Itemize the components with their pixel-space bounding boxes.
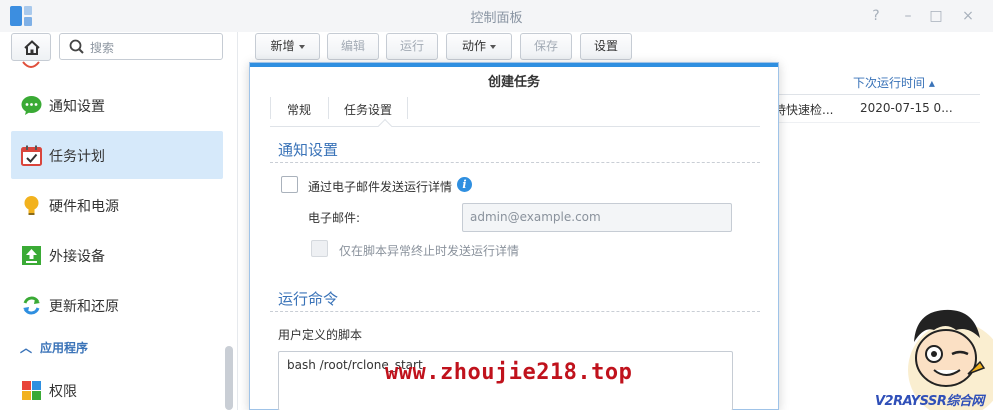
sidebar-item-label: 权限 (49, 384, 77, 400)
upload-box-icon (22, 246, 41, 265)
maximize-icon[interactable]: □ (926, 6, 946, 26)
abnormal-only-label: 仅在脚本异常终止时发送运行详情 (339, 244, 520, 258)
table-header-next-run[interactable]: 下次运行时间 ▴ (778, 68, 980, 95)
dialog-tabs: 常规 任务设置 (270, 93, 760, 134)
search-icon (69, 39, 84, 54)
home-button[interactable] (11, 33, 51, 61)
windows-grid-icon (22, 381, 41, 400)
sidebar-item-label: 任务计划 (49, 149, 105, 165)
sidebar-item-external-devices[interactable]: 外接设备 (11, 231, 223, 279)
create-button[interactable]: 新增 (255, 33, 320, 60)
partial-item-icon (22, 61, 40, 68)
dropdown-caret-icon (490, 44, 496, 49)
create-label: 新增 (270, 39, 295, 53)
sidebar-item-notification[interactable]: 通知设置 (11, 81, 223, 129)
sidebar-scrollbar[interactable] (225, 346, 233, 410)
section-label: 应用程序 (40, 341, 89, 355)
title-bar: 控制面板 ? – □ × (0, 0, 993, 32)
settings-button[interactable]: 设置 (580, 33, 632, 60)
action-button[interactable]: 动作 (446, 33, 512, 60)
run-command-section-title: 运行命令 (278, 290, 339, 308)
action-label: 动作 (461, 39, 486, 53)
chevron-up-icon: ︿ (20, 341, 33, 355)
save-button[interactable]: 保存 (520, 33, 572, 60)
calendar-check-icon (21, 145, 42, 166)
sidebar-item-label: 硬件和电源 (49, 199, 119, 215)
watermark-badge: V2RAYSSR综合网 (875, 394, 984, 409)
email-details-checkbox[interactable] (281, 176, 298, 193)
refresh-icon (23, 296, 40, 315)
notification-section-title: 通知设置 (278, 141, 339, 159)
sidebar-item-label: 通知设置 (49, 99, 105, 115)
sidebar-item-hardware-power[interactable]: 硬件和电源 (11, 181, 223, 229)
minimize-icon[interactable]: – (898, 6, 918, 26)
create-task-dialog: 创建任务 常规 任务设置 通知设置 通过电子邮件发送运行详情 i 电子邮件: a… (249, 62, 779, 410)
email-details-label: 通过电子邮件发送运行详情 (308, 180, 453, 194)
script-label: 用户定义的脚本 (278, 328, 363, 342)
edit-button[interactable]: 编辑 (327, 33, 379, 60)
info-icon[interactable]: i (457, 177, 472, 192)
section-header-applications[interactable]: ︿ 应用程序 (20, 339, 88, 356)
tab-divider (328, 97, 329, 119)
sidebar-item-update-restore[interactable]: 更新和还原 (11, 281, 223, 329)
lightbulb-icon (24, 196, 39, 215)
chat-bubble-icon (21, 96, 42, 115)
close-icon[interactable]: × (958, 6, 978, 26)
window-title: 控制面板 (470, 11, 523, 26)
next-run-cell: 2020-07-15 0... (860, 101, 953, 115)
table-row[interactable]: 持快速检... 2020-07-15 0... (774, 95, 980, 123)
column-header-label: 下次运行时间 ▴ (853, 76, 935, 90)
sidebar-item-task-scheduler[interactable]: 任务计划 (11, 131, 223, 179)
active-tab-pointer (377, 118, 393, 134)
sidebar-item-permissions[interactable]: 权限 (11, 366, 223, 410)
section-divider (270, 162, 760, 163)
dialog-accent-bar (250, 63, 778, 67)
tab-divider (270, 97, 271, 119)
sidebar-item-label: 外接设备 (49, 249, 105, 265)
home-icon (24, 40, 40, 55)
email-field[interactable]: admin@example.com (462, 203, 732, 232)
dropdown-caret-icon (298, 44, 305, 49)
email-label: 电子邮件: (308, 211, 361, 225)
watermark-url: www.zhoujie218.top (385, 360, 633, 385)
search-placeholder: 搜索 (90, 41, 115, 55)
help-icon[interactable]: ? (866, 6, 886, 26)
tab-task-settings[interactable]: 任务设置 (344, 101, 392, 118)
section-divider (270, 311, 760, 312)
task-name-cell: 持快速检... (774, 103, 834, 117)
sidebar-item-label: 更新和还原 (49, 299, 119, 315)
tab-general[interactable]: 常规 (287, 101, 311, 118)
abnormal-only-checkbox[interactable] (311, 240, 328, 257)
search-input[interactable]: 搜索 (59, 33, 223, 60)
email-placeholder: admin@example.com (470, 210, 601, 224)
tab-divider (407, 97, 408, 119)
run-button[interactable]: 运行 (386, 33, 438, 60)
dialog-title: 创建任务 (487, 75, 540, 90)
